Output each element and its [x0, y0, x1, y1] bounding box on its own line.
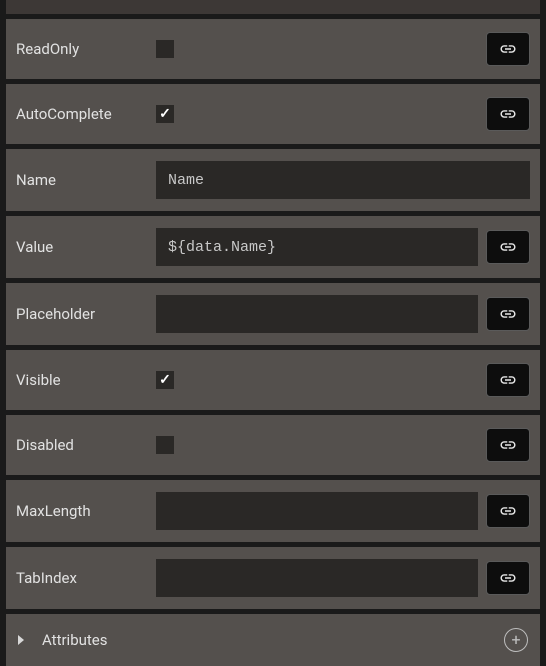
- visible-label: Visible: [16, 371, 156, 389]
- maxlength-input[interactable]: [156, 492, 478, 530]
- disabled-checkbox[interactable]: [156, 436, 174, 454]
- readonly-label: ReadOnly: [16, 40, 156, 58]
- link-icon: [499, 305, 517, 323]
- link-icon: [499, 40, 517, 58]
- autocomplete-label: AutoComplete: [16, 105, 156, 123]
- link-icon: [499, 436, 517, 454]
- link-icon: [499, 502, 517, 520]
- caret-right-icon: [18, 635, 24, 645]
- autocomplete-checkbox[interactable]: [156, 105, 174, 123]
- placeholder-label: Placeholder: [16, 305, 156, 323]
- property-row-placeholder: Placeholder: [6, 283, 540, 345]
- name-label: Name: [16, 171, 156, 189]
- property-row-autocomplete: AutoComplete: [6, 84, 540, 144]
- panel-header-strip: [6, 0, 540, 14]
- placeholder-bind-button[interactable]: [486, 297, 530, 331]
- link-icon: [499, 371, 517, 389]
- property-row-value: Value: [6, 216, 540, 278]
- autocomplete-bind-button[interactable]: [486, 97, 530, 131]
- property-row-readonly: ReadOnly: [6, 19, 540, 79]
- property-row-visible: Visible: [6, 350, 540, 410]
- property-row-disabled: Disabled: [6, 415, 540, 475]
- visible-checkbox[interactable]: [156, 371, 174, 389]
- property-row-maxlength: MaxLength: [6, 480, 540, 542]
- readonly-checkbox[interactable]: [156, 40, 174, 58]
- attributes-section-label: Attributes: [42, 631, 504, 649]
- value-bind-button[interactable]: [486, 230, 530, 264]
- disabled-label: Disabled: [16, 436, 156, 454]
- link-icon: [499, 238, 517, 256]
- name-input[interactable]: [156, 161, 530, 199]
- visible-bind-button[interactable]: [486, 363, 530, 397]
- plus-icon: +: [511, 632, 520, 648]
- tabindex-label: TabIndex: [16, 569, 156, 587]
- link-icon: [499, 569, 517, 587]
- value-input[interactable]: [156, 228, 478, 266]
- maxlength-bind-button[interactable]: [486, 494, 530, 528]
- disabled-bind-button[interactable]: [486, 428, 530, 462]
- attributes-section-header[interactable]: Attributes +: [6, 614, 540, 666]
- value-label: Value: [16, 238, 156, 256]
- maxlength-label: MaxLength: [16, 502, 156, 520]
- placeholder-input[interactable]: [156, 295, 478, 333]
- link-icon: [499, 105, 517, 123]
- readonly-bind-button[interactable]: [486, 32, 530, 66]
- add-attribute-button[interactable]: +: [504, 628, 528, 652]
- tabindex-input[interactable]: [156, 559, 478, 597]
- tabindex-bind-button[interactable]: [486, 561, 530, 595]
- property-row-name: Name: [6, 149, 540, 211]
- property-row-tabindex: TabIndex: [6, 547, 540, 609]
